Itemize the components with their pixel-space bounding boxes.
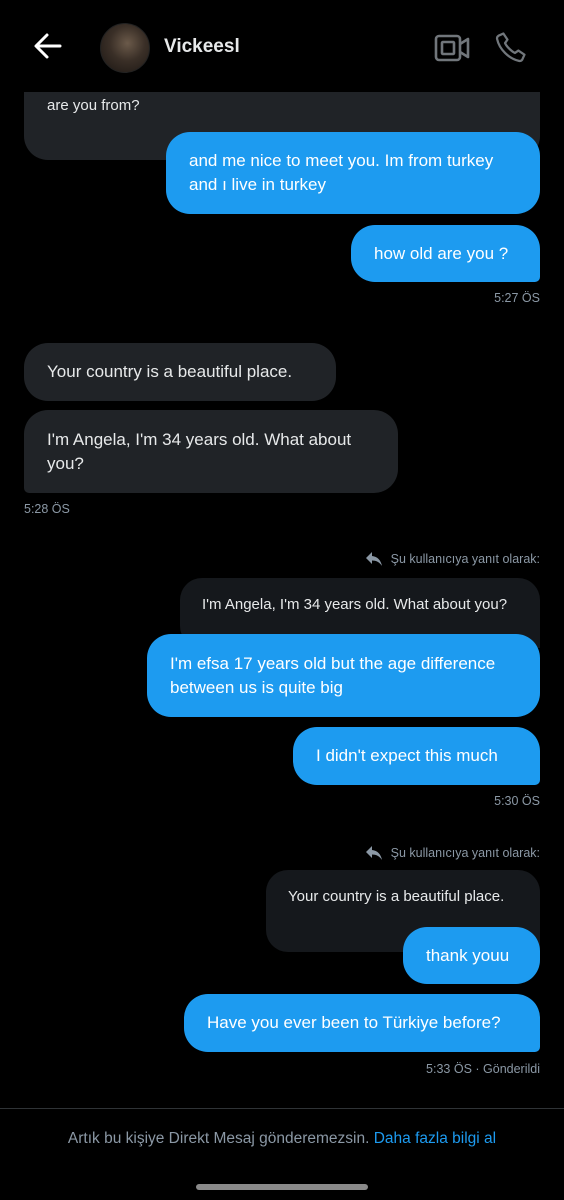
back-button[interactable]: [30, 28, 66, 64]
message-list[interactable]: Nice to meet you. I'm from Germany but n…: [0, 0, 564, 1108]
message-outgoing[interactable]: I didn't expect this much: [293, 727, 540, 785]
reply-arrow-icon: [365, 552, 382, 566]
back-arrow-icon: [34, 33, 62, 59]
message-text: and me nice to meet you. Im from turkey …: [189, 151, 494, 194]
learn-more-link[interactable]: Daha fazla bilgi al: [374, 1130, 496, 1147]
contact-name[interactable]: Vickeesl: [164, 36, 240, 58]
message-text: I'm efsa 17 years old but the age differ…: [170, 653, 496, 697]
phone-icon: [495, 32, 526, 63]
chat-header: Vickeesl: [0, 0, 564, 92]
message-outgoing[interactable]: and me nice to meet you. Im from turkey …: [166, 132, 540, 214]
message-text: Have you ever been to Türkiye before?: [207, 1013, 501, 1032]
reply-context-label: Şu kullanıcıya yanıt olarak:: [365, 551, 540, 567]
home-indicator[interactable]: [196, 1184, 368, 1190]
message-text: Your country is a beautiful place.: [47, 362, 293, 381]
message-text: I didn't expect this much: [316, 746, 498, 765]
quoted-text: I'm Angela, I'm 34 years old. What about…: [202, 596, 508, 613]
message-outgoing[interactable]: how old are you ?: [351, 225, 540, 282]
message-incoming[interactable]: I'm Angela, I'm 34 years old. What about…: [24, 410, 398, 493]
message-timestamp: 5:30 ÖS: [494, 794, 540, 808]
video-call-icon: [434, 34, 470, 62]
message-text: thank youu: [426, 945, 510, 965]
dm-restriction-notice: Artık bu kişiye Direkt Mesaj gönderemezs…: [0, 1130, 564, 1148]
message-outgoing[interactable]: thank youu: [403, 927, 540, 984]
message-outgoing[interactable]: Have you ever been to Türkiye before?: [184, 994, 540, 1052]
phone-call-button[interactable]: [494, 30, 528, 64]
reply-arrow-icon: [365, 846, 382, 860]
message-timestamp: 5:27 ÖS: [494, 291, 540, 305]
divider: [0, 1108, 564, 1109]
reply-context-label: Şu kullanıcıya yanıt olarak:: [365, 845, 540, 861]
message-text: how old are you ?: [374, 243, 509, 263]
video-call-button[interactable]: [434, 32, 470, 64]
message-timestamp: 5:28 ÖS: [24, 502, 70, 516]
quoted-text: Your country is a beautiful place.: [288, 888, 505, 905]
message-status: 5:33 ÖS · Gönderildi: [426, 1062, 540, 1076]
message-text: I'm Angela, I'm 34 years old. What about…: [47, 429, 352, 473]
message-incoming[interactable]: Your country is a beautiful place.: [24, 343, 336, 401]
message-outgoing[interactable]: I'm efsa 17 years old but the age differ…: [147, 634, 540, 717]
notice-text: Artık bu kişiye Direkt Mesaj gönderemezs…: [67, 1130, 370, 1147]
avatar[interactable]: [100, 23, 150, 73]
